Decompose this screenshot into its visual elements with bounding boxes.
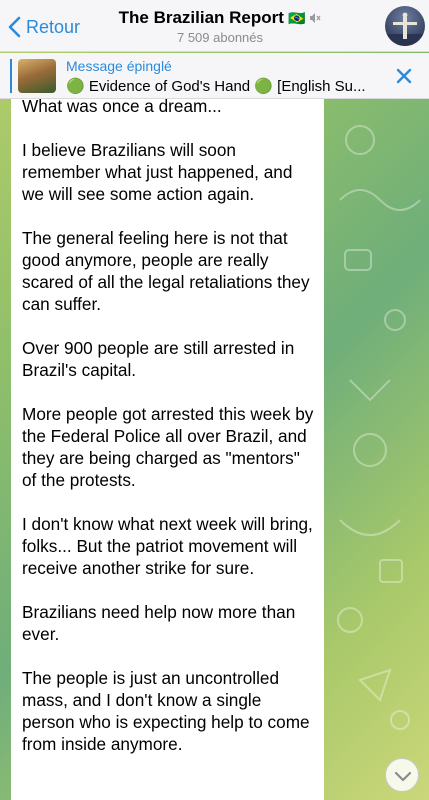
channel-header: Retour The Brazilian Report 🇧🇷 7 509 abo… [0,0,429,52]
scroll-down-button[interactable] [385,758,419,792]
pinned-text: 🟢 Evidence of God's Hand 🟢 [English Su..… [66,78,366,95]
back-button[interactable]: Retour [6,14,80,40]
message-text: What was once a dream... I believe Brazi… [22,99,314,754]
close-icon[interactable] [393,65,415,87]
christ-statue-icon [385,12,425,46]
pinned-indicator [10,59,12,93]
channel-info[interactable]: The Brazilian Report 🇧🇷 7 509 abonnés [100,8,340,45]
pinned-message-bar[interactable]: Message épinglé 🟢 Evidence of God's Hand… [0,53,429,99]
brazil-flag-icon: 🇧🇷 [287,9,306,26]
back-label: Retour [26,16,81,37]
channel-title: The Brazilian Report [118,8,284,27]
pinned-label: Message épinglé [66,58,172,74]
message-bubble: What was once a dream... I believe Brazi… [11,99,324,800]
mute-icon [310,13,321,23]
chevron-left-icon [8,16,21,38]
channel-avatar[interactable] [385,6,425,46]
subscriber-count: 7 509 abonnés [176,30,264,45]
channel-title-row: The Brazilian Report 🇧🇷 [119,8,322,28]
chevron-down-icon [394,771,412,782]
pinned-thumbnail [18,59,56,93]
